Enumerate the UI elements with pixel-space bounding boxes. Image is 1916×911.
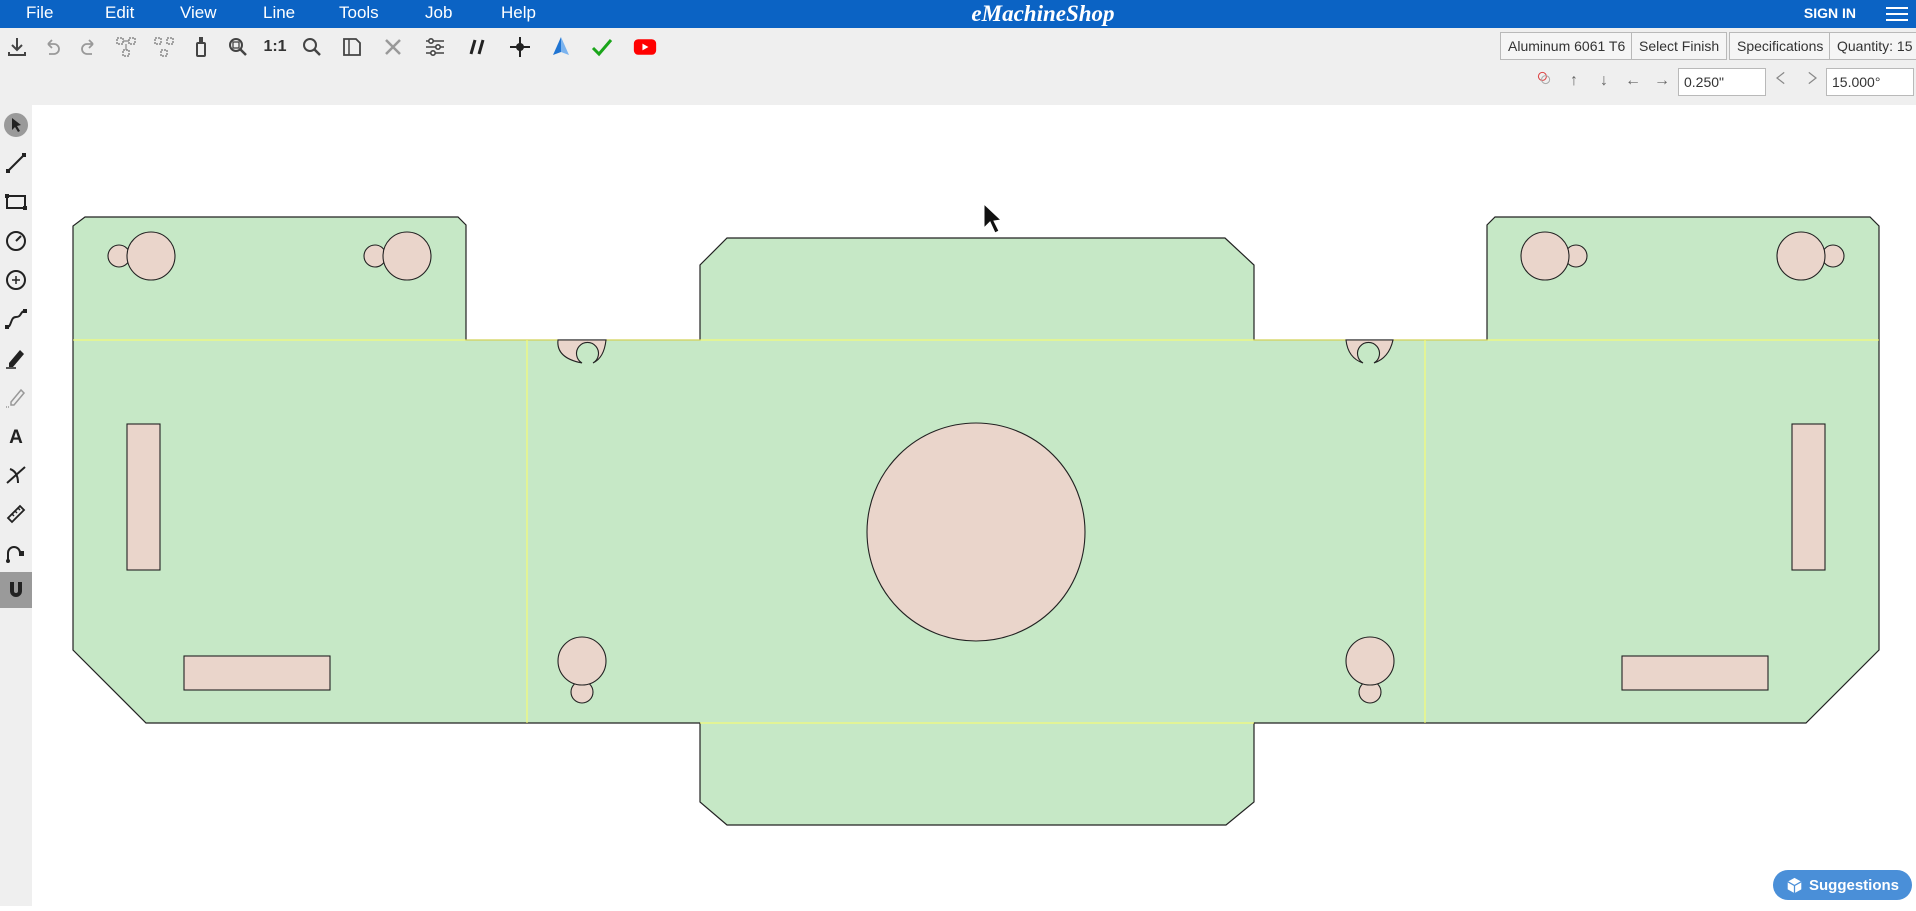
sign-in-link[interactable]: SIGN IN [1804,0,1856,28]
rotate-cw-icon[interactable] [1801,70,1823,92]
select-tool-icon[interactable] [0,107,32,143]
redo-icon[interactable] [74,32,104,62]
zoom-1to1-label: 1:1 [263,38,287,55]
svg-text:A: A [9,427,23,448]
part-drawing [72,202,1880,826]
menu-tools[interactable]: Tools [339,0,379,28]
page-view-icon[interactable] [337,32,367,62]
specifications-button[interactable]: Specifications [1729,32,1832,60]
ungroup-icon[interactable] [149,32,179,62]
bottle-icon[interactable] [186,32,216,62]
rectangle-tool-icon[interactable] [0,184,32,220]
group-icon[interactable] [111,32,141,62]
suggestions-label: Suggestions [1808,876,1899,894]
nudge-up-icon[interactable]: ↑ [1563,70,1585,92]
menu-help[interactable]: Help [501,0,536,28]
slot-right-vertical[interactable] [1791,423,1826,571]
nudge-distance-input[interactable] [1678,68,1766,96]
parallel-lines-icon[interactable] [463,32,493,62]
measure-tool-icon[interactable] [0,496,32,532]
toolbar: 1:1 Aluminum 6061 T6 Select Finish Speci… [0,28,1916,105]
nudge-down-icon[interactable]: ↓ [1593,70,1615,92]
download-icon[interactable] [2,32,32,62]
tool-palette: A [0,105,32,906]
3d-view-icon[interactable] [546,32,576,62]
snap-magnet-tool-icon[interactable] [0,572,32,608]
undo-icon[interactable] [37,32,67,62]
line-tool-icon[interactable] [0,145,32,181]
hamburger-menu-icon[interactable] [1886,4,1908,22]
rotate-angle-input[interactable] [1826,68,1914,96]
menu-file[interactable]: File [26,0,53,28]
quantity-button[interactable]: Quantity: 15 [1829,32,1916,60]
check-icon[interactable] [587,32,617,62]
route-tool-icon[interactable] [0,535,32,571]
zoom-icon[interactable] [297,32,327,62]
mouse-cursor-icon [983,202,1003,234]
cube-icon [1787,877,1802,893]
curve-tool-icon[interactable] [0,301,32,337]
zoom-1to1-button[interactable]: 1:1 [260,32,290,62]
zoom-fit-icon[interactable] [223,32,253,62]
menu-job[interactable]: Job [425,0,452,28]
menu-view[interactable]: View [180,0,217,28]
material-button[interactable]: Aluminum 6061 T6 [1500,32,1634,60]
finish-button[interactable]: Select Finish [1631,32,1728,60]
youtube-icon[interactable] [630,32,660,62]
center-circle-tool-icon[interactable] [0,262,32,298]
nudge-right-icon[interactable]: → [1651,70,1673,92]
tangent-tool-icon[interactable] [0,457,32,493]
slot-left-vertical[interactable] [126,423,161,571]
drawing-canvas[interactable] [33,105,1916,906]
nudge-mode-icon[interactable] [1533,70,1555,92]
crosshair-icon[interactable] [505,32,535,62]
circle-tool-icon[interactable] [0,223,32,259]
text-tool-icon[interactable]: A [0,418,32,454]
menu-line[interactable]: Line [263,0,295,28]
suggestions-button[interactable]: Suggestions [1773,870,1912,900]
freehand-tool-icon[interactable] [0,340,32,376]
slot-right-horizontal[interactable] [1621,655,1769,691]
slot-left-horizontal[interactable] [183,655,331,691]
settings-sliders-icon[interactable] [420,32,450,62]
rotate-ccw-icon[interactable] [1770,70,1792,92]
nudge-left-icon[interactable]: ← [1622,70,1644,92]
delete-icon[interactable] [378,32,408,62]
menu-edit[interactable]: Edit [105,0,134,28]
menu-bar: File Edit View Line Tools Job Help eMach… [0,0,1916,28]
eraser-tool-icon[interactable] [0,379,32,415]
center-hole[interactable] [866,422,1086,642]
